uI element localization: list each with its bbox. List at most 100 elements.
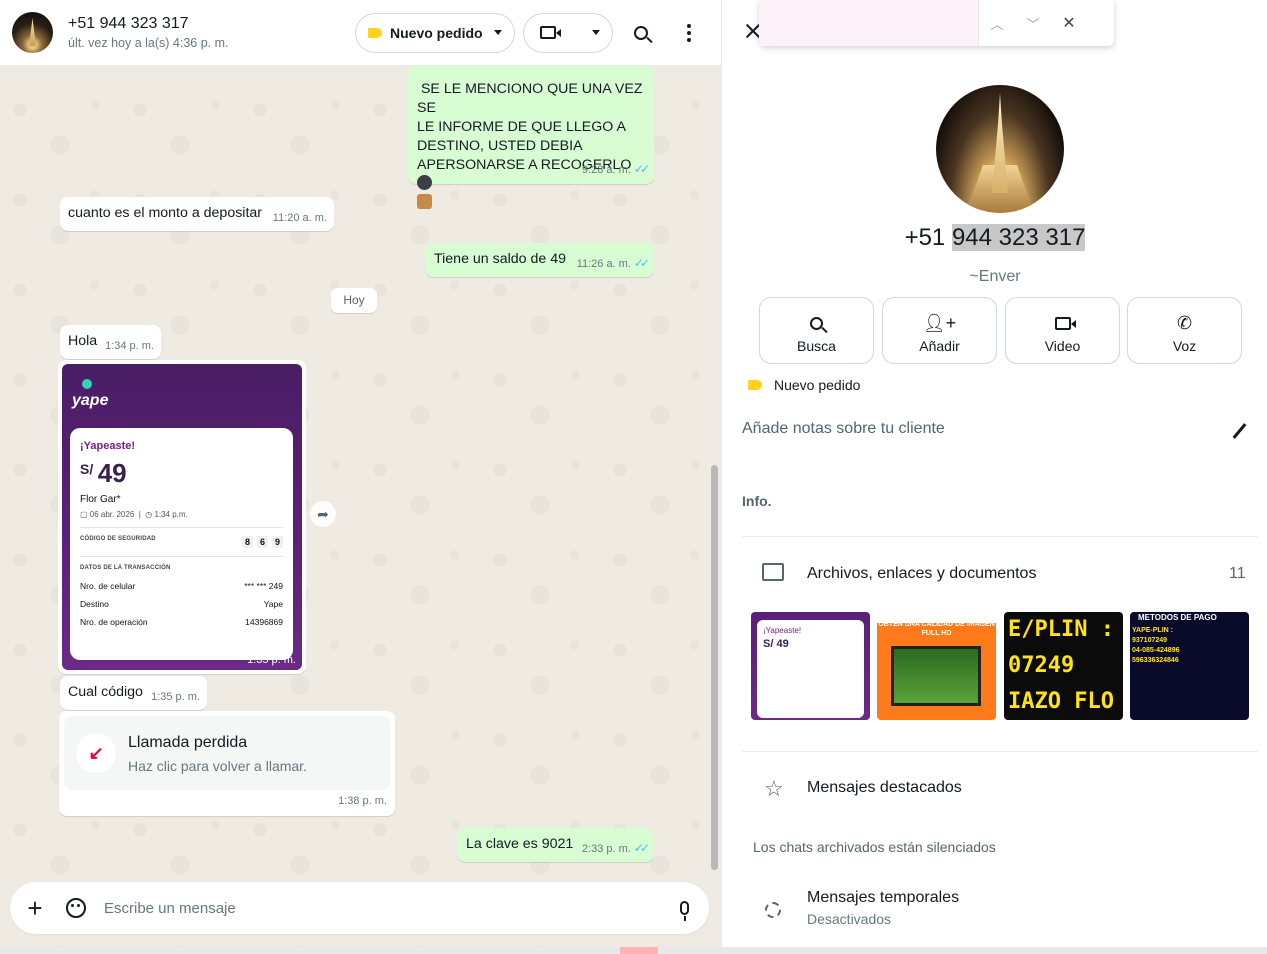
thumb-text: YAPE-PLIN : xyxy=(1132,627,1173,634)
receipt-row: Nro. de operación 14396869 xyxy=(80,617,283,627)
attach-plus-icon[interactable]: + xyxy=(24,895,46,921)
missed-call-message[interactable]: ↙ Llamada perdida Haz clic para volver a… xyxy=(59,711,395,816)
phone-icon: ✆ xyxy=(1176,312,1193,333)
thumb-text: 04-085-424896 xyxy=(1132,647,1180,654)
message-text: LE INFORME DE QUE LLEGO A xyxy=(417,119,626,135)
edit-pencil-icon[interactable] xyxy=(1232,422,1246,440)
message-text xyxy=(417,194,645,213)
thumb-text: S/ 49 xyxy=(763,638,789,650)
receipt-recipient: Flor Gar* xyxy=(80,494,121,505)
yape-logo: yape xyxy=(72,379,108,410)
action-video-button[interactable]: Video xyxy=(1005,297,1120,364)
action-label: Busca xyxy=(797,338,836,354)
action-search-button[interactable]: Busca xyxy=(759,297,874,364)
find-in-page-bar: ︿ ﹀ ✕ xyxy=(759,0,1114,46)
chat-header[interactable]: +51 944 323 317 últ. vez hoy a la(s) 4:3… xyxy=(0,0,721,66)
menu-button[interactable] xyxy=(669,13,709,53)
message-text: SE LE MENCIONO QUE UNA VEZ SE xyxy=(417,81,643,116)
video-camera-icon xyxy=(1054,316,1076,330)
yape-receipt-image[interactable]: yape ¡Yapeaste! S/ 49 Flor Gar* ▢ 06 abr… xyxy=(62,364,302,670)
thumb-text: ¡Yapeaste! xyxy=(763,626,802,635)
receipt-row: Nro. de celular *** *** 249 xyxy=(80,581,283,591)
star-icon: ☆ xyxy=(764,776,784,801)
message-outgoing[interactable]: La clave es 9021 2:33 p. m. ✓✓ xyxy=(457,828,654,862)
order-status-dropdown[interactable]: Nuevo pedido xyxy=(355,12,515,53)
label-tag-icon xyxy=(368,27,382,38)
forward-button[interactable]: ➦ xyxy=(310,501,336,527)
video-call-dropdown[interactable] xyxy=(523,12,613,53)
sticker-emoji-icon[interactable] xyxy=(66,898,86,918)
bottom-strip xyxy=(0,947,1267,954)
info-section-label: Info. xyxy=(742,493,772,509)
find-close-button[interactable]: ✕ xyxy=(1051,13,1087,33)
action-add-button[interactable]: 👤︎+ Añadir xyxy=(882,297,997,364)
thumb-text: E/PLIN : xyxy=(1008,617,1114,642)
message-incoming[interactable]: Hola 1:34 p. m. xyxy=(60,325,161,359)
find-next-button[interactable]: ﹀ xyxy=(1015,14,1051,33)
contact-avatar-large[interactable] xyxy=(936,85,1064,213)
thumb-text: METODOS DE PAGO xyxy=(1138,613,1217,622)
microphone-icon[interactable] xyxy=(680,901,689,921)
message-time: 1:38 p. m. xyxy=(338,795,387,807)
message-meta: 9:28 a. m. ✓✓ xyxy=(581,162,650,176)
archived-note: Los chats archivados están silenciados xyxy=(753,839,996,855)
media-folder-icon xyxy=(762,563,784,581)
message-meta: 11:26 a. m. ✓✓ xyxy=(576,256,650,270)
media-thumbnail[interactable]: OBTEN UNA CALIDAD DE IMAGEN FULL HD xyxy=(877,612,996,720)
media-links-docs-row[interactable]: Archivos, enlaces y documentos xyxy=(807,565,1036,583)
chat-header-text[interactable]: +51 944 323 317 últ. vez hoy a la(s) 4:3… xyxy=(68,15,355,50)
search-icon xyxy=(634,25,648,40)
contact-alias: ~Enver xyxy=(969,268,1021,285)
receipt-amount: S/ 49 xyxy=(80,458,127,488)
receipt-datetime: ▢ 06 abr. 2026 | ◷ 1:34 p.m. xyxy=(80,510,188,519)
disappearing-messages-status: Desactivados xyxy=(807,911,892,927)
customer-notes-field[interactable]: Añade notas sobre tu cliente xyxy=(742,420,945,438)
order-tag[interactable]: Nuevo pedido xyxy=(748,377,860,393)
message-list[interactable]: SE LE MENCIONO QUE UNA VEZ SE LE INFORME… xyxy=(0,66,721,882)
message-outgoing[interactable]: Tiene un saldo de 49 11:26 a. m. ✓✓ xyxy=(425,243,654,277)
label-tag-icon xyxy=(748,380,762,390)
message-incoming[interactable]: Cual código 1:35 p. m. xyxy=(60,676,207,710)
last-seen: últ. vez hoy a la(s) 4:36 p. m. xyxy=(68,36,229,50)
video-camera-icon xyxy=(540,26,561,39)
message-time: 1:35 p. m. xyxy=(247,654,296,666)
thumb-text: OBTEN UNA CALIDAD DE IMAGEN FULL HD xyxy=(878,621,995,637)
person-emoji-icon xyxy=(417,175,432,190)
missed-call-card[interactable]: ↙ Llamada perdida Haz clic para volver a… xyxy=(64,716,390,790)
media-thumbnail[interactable]: METODOS DE PAGO YAPE-PLIN : 937107249 04… xyxy=(1130,612,1249,720)
yape-receipt-card: ¡Yapeaste! S/ 49 Flor Gar* ▢ 06 abr. 202… xyxy=(70,428,293,660)
message-composer: + xyxy=(10,882,709,934)
message-text: cuanto es el monto a depositar xyxy=(68,205,263,221)
message-incoming[interactable]: cuanto es el monto a depositar 11:20 a. … xyxy=(60,197,334,231)
disappearing-messages-row[interactable]: Mensajes temporales xyxy=(807,889,959,907)
find-previous-button[interactable]: ︿ xyxy=(979,14,1015,33)
missed-call-subtitle: Haz clic para volver a llamar. xyxy=(128,758,307,774)
find-input[interactable] xyxy=(759,0,979,46)
timer-icon xyxy=(765,902,781,918)
order-status-label: Nuevo pedido xyxy=(390,24,483,41)
action-label: Voz xyxy=(1172,338,1197,354)
media-thumbnail[interactable]: ¡Yapeaste! S/ 49 xyxy=(751,612,870,720)
transaction-label: DATOS DE LA TRANSACCIÓN xyxy=(80,565,171,571)
double-check-icon: ✓✓ xyxy=(633,841,650,855)
media-thumbnail[interactable]: E/PLIN : 07249 IAZO FLO xyxy=(1004,612,1123,720)
chevron-down-icon xyxy=(494,30,502,35)
divider xyxy=(742,751,1258,752)
missed-call-icon: ↙ xyxy=(76,733,116,773)
package-emoji-icon xyxy=(417,194,432,209)
missed-call-title: Llamada perdida xyxy=(128,734,248,751)
starred-messages-row[interactable]: Mensajes destacados xyxy=(807,779,962,797)
contact-name: +51 944 323 317 xyxy=(68,15,189,32)
message-time: 11:20 a. m. xyxy=(272,212,327,224)
message-outgoing[interactable]: SE LE MENCIONO QUE UNA VEZ SE LE INFORME… xyxy=(408,66,654,209)
more-vertical-icon xyxy=(687,23,691,42)
phone-highlighted: 944 323 317 xyxy=(951,224,1086,251)
search-button[interactable] xyxy=(621,13,661,53)
action-voice-button[interactable]: ✆ Voz xyxy=(1127,297,1242,364)
contact-avatar[interactable] xyxy=(12,12,53,53)
message-input[interactable] xyxy=(104,899,680,917)
message-time: 1:34 p. m. xyxy=(105,340,154,352)
thumb-text: 596336324846 xyxy=(1132,657,1179,664)
thumb-text: IAZO FLO xyxy=(1008,689,1114,714)
chat-scrollbar[interactable] xyxy=(711,465,718,870)
